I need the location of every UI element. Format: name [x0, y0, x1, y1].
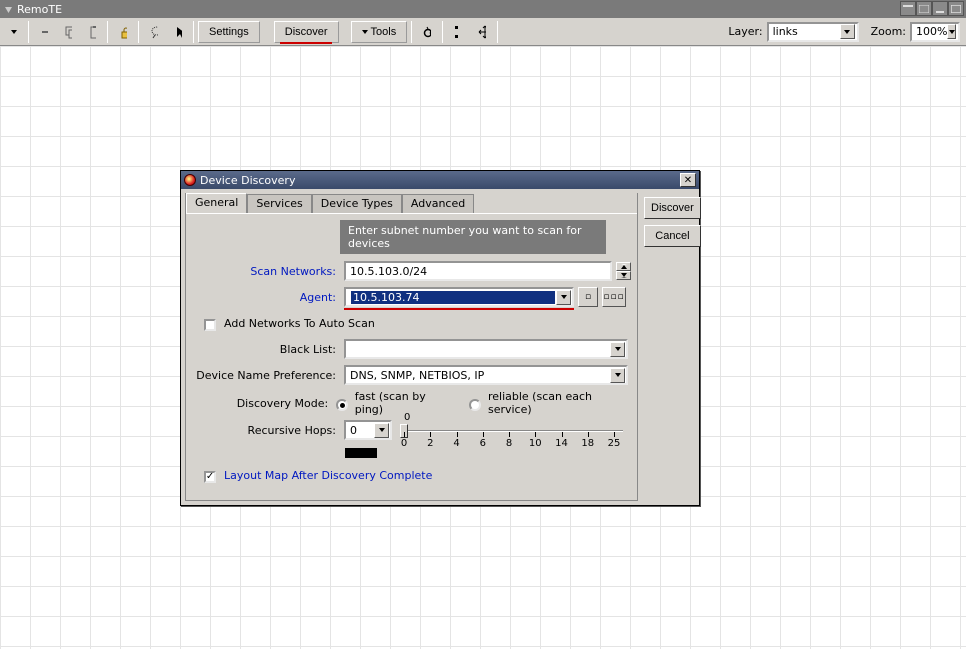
slider-tick-label: 8: [506, 438, 512, 449]
main-toolbar: Settings Discover Tools Layer: links Zoo…: [0, 18, 966, 46]
layout-after-checkbox[interactable]: [204, 471, 216, 483]
dialog-titlebar[interactable]: Device Discovery ✕: [181, 171, 699, 189]
lock-button[interactable]: [112, 21, 134, 43]
settings-button[interactable]: Settings: [198, 21, 260, 43]
layer-select[interactable]: links: [767, 22, 859, 42]
slider-tick-label: 6: [480, 438, 486, 449]
black-list-label: Black List:: [192, 343, 340, 356]
lasso-button[interactable]: [143, 21, 165, 43]
window-menu-icon[interactable]: [4, 5, 13, 14]
layer-label: Layer:: [728, 25, 762, 38]
layout-after-label: Layout Map After Discovery Complete: [224, 469, 432, 482]
slider-tick-label: 0: [401, 438, 407, 449]
radio-reliable-label: reliable (scan each service): [488, 390, 631, 416]
dialog-icon: [184, 174, 196, 186]
agent-label: Agent:: [192, 291, 340, 304]
slider-tick-label: 14: [555, 438, 568, 449]
add-menu-button[interactable]: [2, 21, 24, 43]
slider-tick-label: 18: [581, 438, 594, 449]
tab-general[interactable]: General: [186, 193, 247, 213]
window-minimize-button[interactable]: [932, 1, 948, 16]
arrange-icon[interactable]: [471, 21, 493, 43]
tab-advanced[interactable]: Advanced: [402, 194, 474, 214]
black-list-select[interactable]: [344, 339, 628, 359]
dialog-cancel-button[interactable]: Cancel: [644, 225, 701, 247]
copy-button[interactable]: [57, 21, 79, 43]
dialog-tabs: General Services Device Types Advanced: [186, 193, 637, 213]
scan-networks-spinner[interactable]: [616, 262, 631, 280]
tab-panel-general: Enter subnet number you want to scan for…: [186, 213, 637, 500]
hint-text: Enter subnet number you want to scan for…: [340, 220, 606, 254]
recursive-hops-label: Recursive Hops:: [192, 420, 340, 437]
window-title: RemoTE: [17, 3, 62, 16]
window-shade-button[interactable]: [900, 1, 916, 16]
zoom-label: Zoom:: [871, 25, 906, 38]
agent-select[interactable]: 10.5.103.74: [344, 287, 574, 307]
discover-button[interactable]: Discover: [274, 21, 339, 43]
scan-networks-input[interactable]: 10.5.103.0/24: [344, 261, 612, 281]
radio-fast[interactable]: [336, 399, 348, 411]
dialog-title: Device Discovery: [200, 174, 295, 187]
tab-services[interactable]: Services: [247, 194, 311, 214]
delete-button[interactable]: [33, 21, 55, 43]
add-auto-scan-label: Add Networks To Auto Scan: [224, 317, 375, 330]
recursive-hops-slider[interactable]: 0 0246810141825: [396, 420, 631, 450]
slider-tick-label: 10: [529, 438, 542, 449]
slider-tick-label: 2: [427, 438, 433, 449]
hops-blackbox: [345, 448, 377, 458]
pointer-button[interactable]: [167, 21, 189, 43]
tools-menu-button[interactable]: Tools: [351, 21, 408, 43]
dev-name-pref-label: Device Name Preference:: [192, 369, 340, 382]
binoculars-icon[interactable]: [416, 21, 438, 43]
window-titlebar: RemoTE: [0, 0, 966, 18]
zoom-select[interactable]: 100%: [910, 22, 960, 42]
radio-reliable[interactable]: [469, 399, 481, 411]
discovery-mode-label: Discovery Mode:: [192, 397, 332, 410]
agent-browse-button[interactable]: ▫▫▫: [602, 287, 626, 307]
window-restore-button[interactable]: [916, 1, 932, 16]
snap-corners-icon[interactable]: [447, 21, 469, 43]
device-discovery-dialog: Device Discovery ✕ General Services Devi…: [180, 170, 700, 506]
tab-device-types[interactable]: Device Types: [312, 194, 402, 214]
slider-value-label: 0: [404, 412, 410, 423]
slider-tick-label: 25: [608, 438, 621, 449]
dialog-close-button[interactable]: ✕: [680, 173, 696, 187]
agent-pick-button[interactable]: ▫: [578, 287, 598, 307]
slider-tick-label: 4: [453, 438, 459, 449]
recursive-hops-select[interactable]: 0: [344, 420, 392, 440]
dialog-discover-button[interactable]: Discover: [644, 197, 701, 219]
window-maximize-button[interactable]: [948, 1, 964, 16]
scan-networks-label: Scan Networks:: [192, 265, 340, 278]
add-auto-scan-checkbox[interactable]: [204, 319, 216, 331]
dev-name-pref-select[interactable]: DNS, SNMP, NETBIOS, IP: [344, 365, 628, 385]
paste-button[interactable]: [81, 21, 103, 43]
